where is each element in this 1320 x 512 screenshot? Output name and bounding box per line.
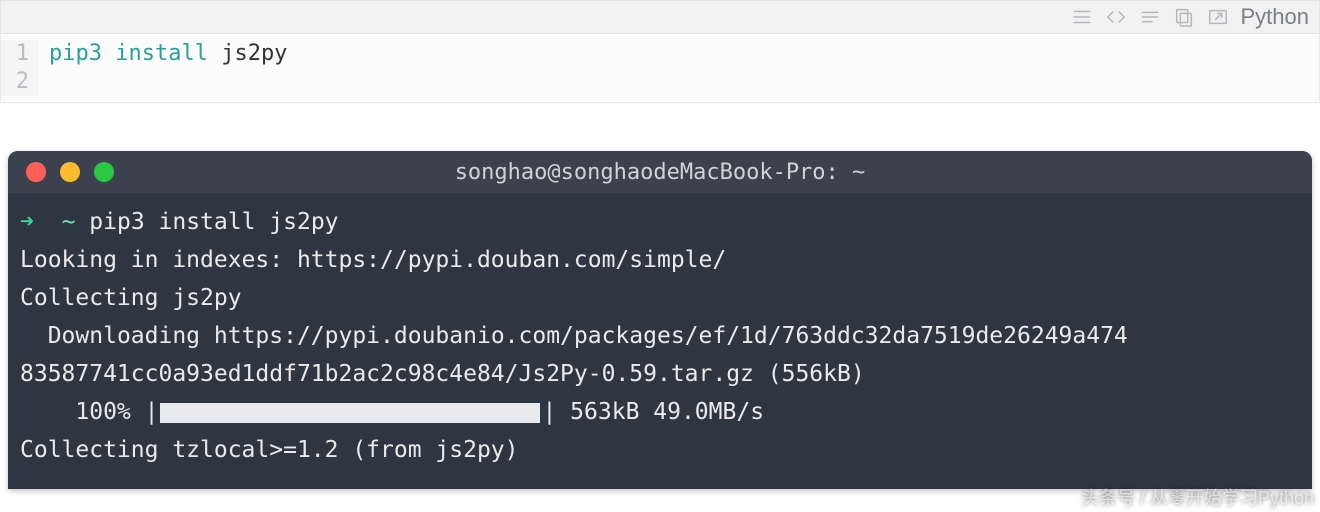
terminal-output-line: Collecting js2py [20, 285, 242, 311]
lines-icon[interactable] [1139, 6, 1161, 28]
terminal-window: songhao@songhaodeMacBook-Pro: ~ ➜ ~ pip3… [8, 151, 1312, 489]
terminal-command: pip3 install js2py [89, 209, 338, 235]
prompt-arrow-icon: ➜ [20, 209, 34, 235]
progress-stats: | 563kB 49.0MB/s [542, 399, 764, 425]
prompt-path: ~ [62, 209, 76, 235]
code-editor: Python 12 pip3 install js2py [0, 0, 1320, 103]
terminal-output-line: 83587741cc0a93ed1ddf71b2ac2c98c4e84/Js2P… [20, 361, 865, 387]
window-controls [8, 162, 114, 182]
code-icon[interactable] [1105, 6, 1127, 28]
menu-icon[interactable] [1071, 6, 1093, 28]
terminal-titlebar: songhao@songhaodeMacBook-Pro: ~ [8, 151, 1312, 193]
copy-icon[interactable] [1173, 6, 1195, 28]
terminal-output-line: Collecting tzlocal>=1.2 (from js2py) [20, 437, 519, 463]
token-pip3: pip3 [49, 41, 102, 66]
minimize-icon[interactable] [60, 162, 80, 182]
terminal-output-line: Looking in indexes: https://pypi.douban.… [20, 247, 726, 273]
progress-percent: 100% | [20, 399, 158, 425]
close-icon[interactable] [26, 162, 46, 182]
code-lines: pip3 install js2py [39, 40, 287, 96]
token-install: install [115, 41, 208, 66]
line-gutter: 12 [1, 40, 39, 96]
token-arg: js2py [221, 41, 287, 66]
code-body[interactable]: 12 pip3 install js2py [0, 34, 1320, 103]
terminal-output-line: Downloading https://pypi.doubanio.com/pa… [20, 323, 1128, 349]
popout-icon[interactable] [1207, 6, 1229, 28]
terminal-title: songhao@songhaodeMacBook-Pro: ~ [8, 160, 1312, 185]
language-label: Python [1241, 4, 1310, 30]
terminal-body[interactable]: ➜ ~ pip3 install js2py Looking in indexe… [8, 193, 1312, 489]
progress-bar [160, 403, 540, 423]
maximize-icon[interactable] [94, 162, 114, 182]
code-toolbar: Python [0, 0, 1320, 34]
